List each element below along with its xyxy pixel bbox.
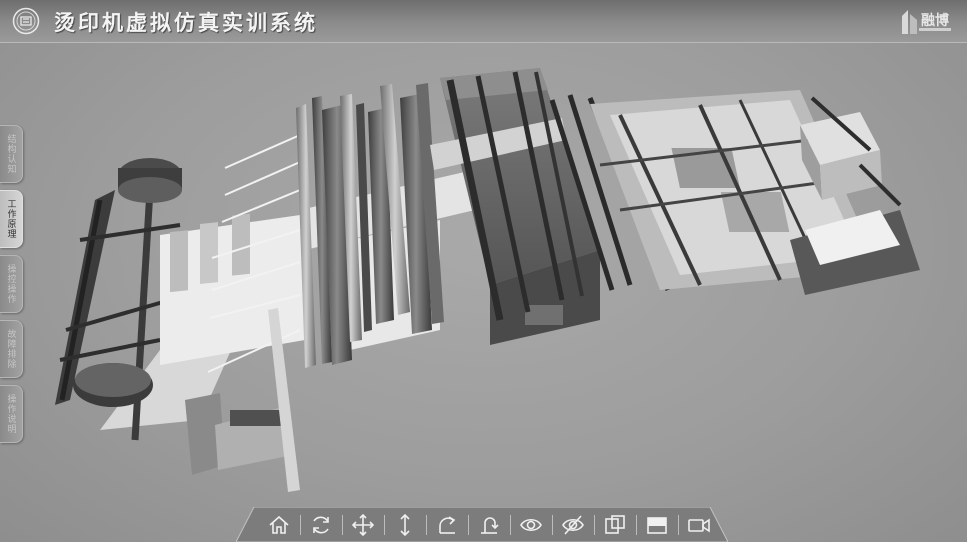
rotate-vertical-icon — [481, 517, 499, 534]
view-toolbar — [236, 507, 728, 542]
app-logo-icon — [12, 7, 40, 35]
brand-underline — [919, 28, 951, 31]
move-icon — [351, 513, 375, 537]
refresh-icon — [313, 516, 329, 534]
machine-3d-viewport[interactable] — [0, 42, 967, 507]
show-icon — [520, 518, 542, 532]
move-button[interactable] — [342, 510, 384, 540]
header-bar: 烫印机虚拟仿真实训系统 融博 — [0, 0, 967, 43]
home-button[interactable] — [258, 510, 300, 540]
home-icon — [269, 515, 289, 534]
split-view-button[interactable] — [594, 510, 636, 540]
vertical-move-icon — [400, 513, 410, 537]
brand-name: 融博 — [921, 13, 949, 29]
rotate-icon — [439, 516, 456, 534]
refresh-button[interactable] — [300, 510, 342, 540]
split-view-icon — [605, 515, 625, 534]
full-view-button[interactable] — [636, 510, 678, 540]
vertical-move-button[interactable] — [384, 510, 426, 540]
hide-icon — [562, 515, 584, 535]
app-title: 烫印机虚拟仿真实训系统 — [54, 10, 318, 35]
camera-button[interactable] — [678, 510, 720, 540]
rotate-button[interactable] — [426, 510, 468, 540]
brand-mark-icon — [902, 10, 917, 34]
full-view-icon — [647, 517, 667, 534]
rotate-vertical-button[interactable] — [468, 510, 510, 540]
brand-logo: 融博 — [899, 6, 953, 36]
show-button[interactable] — [510, 510, 552, 540]
camera-icon — [688, 518, 710, 533]
hide-button[interactable] — [552, 510, 594, 540]
